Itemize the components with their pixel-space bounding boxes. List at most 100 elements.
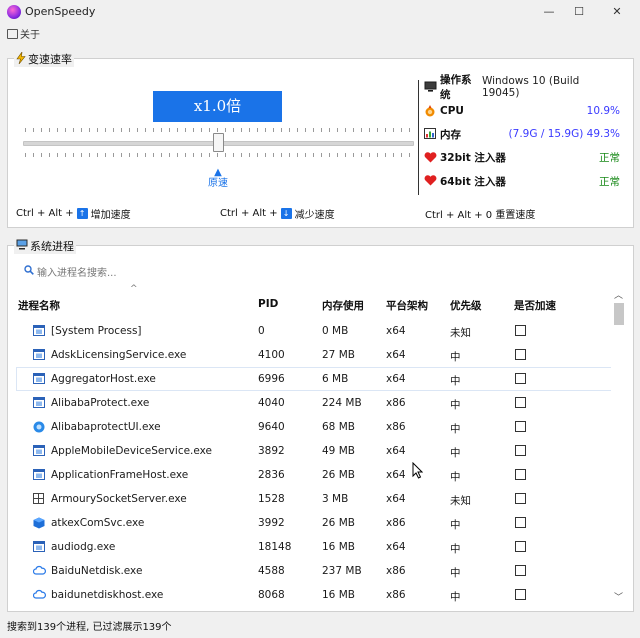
process-scrollbar[interactable]: ︿ ﹀ [611,286,627,606]
cloud-icon [32,589,46,601]
shortcut-increase-prefix: Ctrl + Alt + [16,208,74,219]
slider-tick [345,128,346,132]
accelerate-checkbox[interactable] [515,421,526,432]
slider-tick [161,128,162,132]
slider-tick [129,128,130,132]
process-name: AppleMobileDeviceService.exe [51,445,213,457]
process-name: AdskLicensingService.exe [51,349,187,361]
process-priority: 中 [450,351,461,363]
close-button[interactable]: ✕ [602,0,632,24]
table-row[interactable]: BaiduNetdisk.exe 4588 237 MB x86 中 [17,560,611,582]
process-name: atkexComSvc.exe [51,517,145,529]
column-header-arch[interactable]: 平台架构 [386,298,428,313]
window-icon [33,469,45,481]
lightning-icon [16,50,26,67]
shortcut-decrease-label: 减少速度 [294,210,335,221]
accelerate-checkbox[interactable] [515,517,526,528]
process-arch: x86 [386,397,406,409]
process-pid: 9640 [258,421,285,433]
accelerate-checkbox[interactable] [515,397,526,408]
column-header-name[interactable]: 进程名称 [18,298,60,313]
menu-about-label: 关于 [20,30,40,41]
info-row: 32bit 注入器 正常 [424,148,620,168]
table-row[interactable]: ArmourySocketServer.exe 1528 3 MB x64 未知 [17,488,611,510]
accelerate-checkbox[interactable] [515,493,526,504]
column-header-accelerate[interactable]: 是否加速 [514,298,556,313]
process-priority: 中 [450,423,461,435]
accelerate-checkbox[interactable] [515,325,526,336]
slider-tick [97,153,98,157]
accelerate-checkbox[interactable] [515,373,526,384]
scroll-up-icon[interactable]: ︿ [614,288,623,301]
info-value: Windows 10 (Build 19045) [481,75,580,99]
process-memory: 27 MB [322,349,355,361]
table-row[interactable]: [System Process] 0 0 MB x64 未知 [17,320,611,342]
slider-tick [137,128,138,132]
slider-tick [161,153,162,157]
speed-slider-handle[interactable] [213,133,224,152]
slider-tick [169,128,170,132]
window-icon [33,373,45,385]
slider-tick [289,153,290,157]
table-row[interactable]: AlibabaprotectUI.exe 9640 68 MB x86 中 [17,416,611,438]
table-row[interactable]: AdskLicensingService.exe 4100 27 MB x64 中 [17,344,611,366]
slider-tick [305,128,306,132]
column-header-memory[interactable]: 内存使用 [322,298,364,313]
slider-tick [385,153,386,157]
table-row[interactable]: AlibabaProtect.exe 4040 224 MB x86 中 [17,392,611,414]
slider-tick [313,153,314,157]
process-priority: 中 [450,543,461,555]
process-search[interactable]: 输入进程名搜索... [24,264,284,279]
slider-tick [209,128,210,132]
table-row[interactable]: baidunetdiskhost.exe 8068 16 MB x86 中 [17,584,611,606]
table-row[interactable]: AppleMobileDeviceService.exe 3892 49 MB x64… [17,440,611,462]
table-row[interactable]: ApplicationFrameHost.exe 2836 26 MB x64 中 [17,464,611,486]
process-priority: 中 [450,399,461,411]
arrow-up-key-icon: ↑ [76,208,88,219]
accelerate-checkbox[interactable] [515,445,526,456]
slider-tick [113,128,114,132]
minimize-button[interactable]: — [534,0,564,24]
slider-tick [225,153,226,157]
process-arch: x64 [386,373,406,385]
accelerate-checkbox[interactable] [515,589,526,600]
process-name: [System Process] [51,325,142,337]
search-input[interactable]: 输入进程名搜索... [37,264,117,279]
column-header-priority[interactable]: 优先级 [450,298,482,313]
process-memory: 3 MB [322,493,349,505]
heart-icon [424,175,438,187]
accelerate-checkbox[interactable] [515,349,526,360]
scroll-down-icon[interactable]: ﹀ [614,590,623,603]
grid-icon [33,493,45,505]
process-arch: x86 [386,589,406,601]
accelerate-checkbox[interactable] [515,541,526,552]
slider-tick [217,153,218,157]
table-row[interactable]: AggregatorHost.exe 6996 6 MB x64 中 [16,367,612,391]
slider-tick [377,128,378,132]
info-row: CPU 10.9% [424,101,620,121]
menu-item-about[interactable]: 关于 [7,26,40,41]
original-speed-marker[interactable]: ▲ 原速 [206,167,230,189]
slider-tick [209,153,210,157]
slider-tick [201,153,202,157]
column-header-pid[interactable]: PID [258,298,278,310]
process-priority: 中 [450,519,461,531]
table-row[interactable]: audiodg.exe 18148 16 MB x64 中 [17,536,611,558]
computer-icon [16,239,28,253]
triangle-up-icon: ▲ [214,167,222,178]
speed-group-title: 变速速率 [14,50,74,67]
process-group-label: 系统进程 [30,240,74,253]
process-memory: 16 MB [322,589,355,601]
maximize-button[interactable]: ☐ [564,0,594,24]
slider-tick [41,128,42,132]
menu-bar: 关于 [0,24,640,42]
slider-tick [265,153,266,157]
slider-tick [129,153,130,157]
scrollbar-thumb[interactable] [614,303,624,325]
accelerate-checkbox[interactable] [515,469,526,480]
table-row[interactable]: atkexComSvc.exe 3992 26 MB x86 中 [17,512,611,534]
slider-tick [249,128,250,132]
accelerate-checkbox[interactable] [515,565,526,576]
slider-tick [49,128,50,132]
slider-tick [337,128,338,132]
